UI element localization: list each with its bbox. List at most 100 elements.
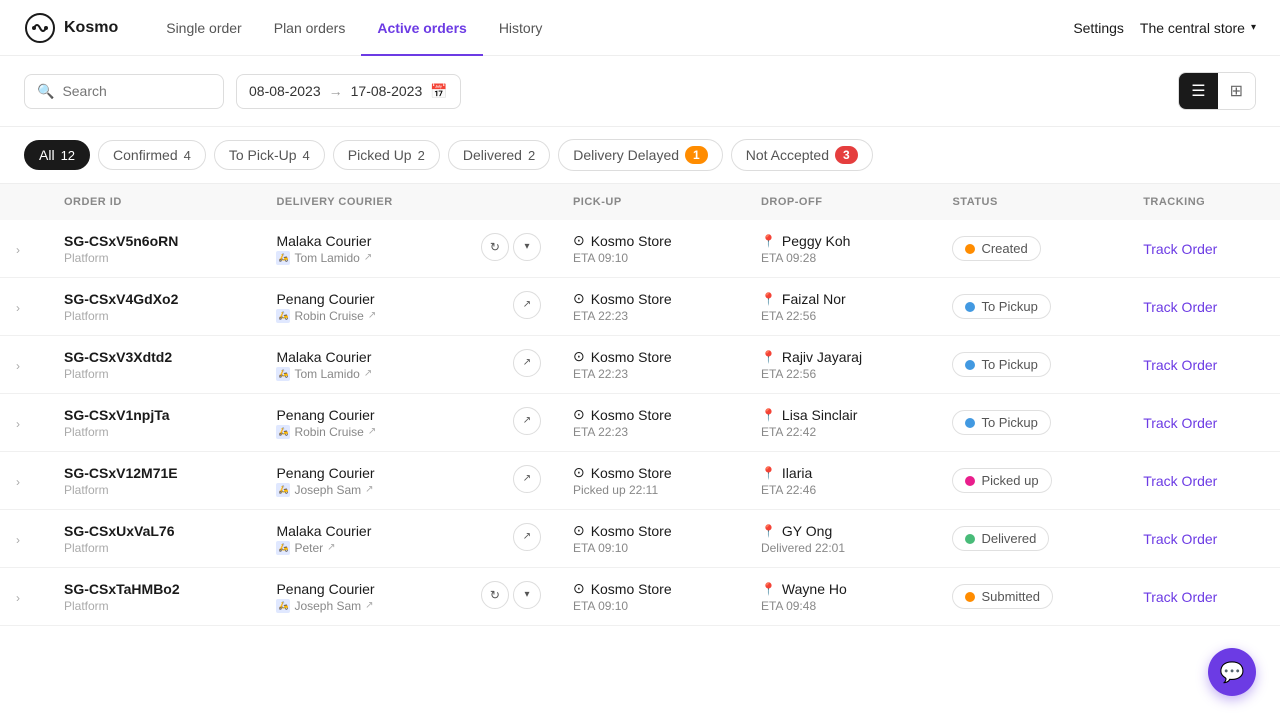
courier-info: Malaka Courier 🛵 Tom Lamido ↗: [276, 233, 465, 265]
dropdown-icon[interactable]: ▾: [513, 233, 541, 261]
logo[interactable]: Kosmo: [24, 12, 118, 44]
filter-all[interactable]: All 12: [24, 140, 90, 170]
filter-picked-up-count: 2: [418, 148, 425, 163]
filter-to-pickup[interactable]: To Pick-Up 4: [214, 140, 325, 170]
external-link-icon[interactable]: ↗: [368, 426, 376, 437]
filter-not-accepted[interactable]: Not Accepted 3: [731, 139, 873, 171]
nav-single-order[interactable]: Single order: [150, 0, 258, 56]
pickup-location-icon: ⊙: [573, 580, 585, 597]
order-id: SG-CSxV1npjTa: [64, 407, 244, 423]
external-link-icon[interactable]: ↗: [364, 368, 372, 379]
search-icon: 🔍: [37, 83, 54, 100]
table-row: › SG-CSxTaHMBo2 Platform Penang Courier …: [0, 568, 1280, 626]
courier-sub: 🛵 Joseph Sam ↗: [276, 483, 497, 497]
filter-picked-up[interactable]: Picked Up 2: [333, 140, 440, 170]
status-dot-icon: [965, 244, 975, 254]
courier-info: Penang Courier 🛵 Robin Cruise ↗: [276, 407, 497, 439]
pickup-name: ⊙ Kosmo Store: [573, 290, 729, 307]
row-expand-icon[interactable]: ›: [16, 243, 20, 257]
grid-view-button[interactable]: ⊞: [1218, 73, 1255, 109]
courier-actions: ↗: [513, 349, 541, 377]
courier-sub: 🛵 Robin Cruise ↗: [276, 425, 497, 439]
date-range-picker[interactable]: 08-08-2023 → 17-08-2023 📅: [236, 74, 461, 109]
dropdown-icon[interactable]: ▾: [513, 581, 541, 609]
external-link-icon[interactable]: ↗: [513, 465, 541, 493]
order-sub: Platform: [64, 541, 244, 555]
dropoff-eta: ETA 09:28: [761, 251, 921, 265]
filter-all-label: All: [39, 147, 55, 163]
external-link-icon[interactable]: ↗: [513, 291, 541, 319]
list-view-button[interactable]: ☰: [1179, 73, 1217, 109]
order-id: SG-CSxV4GdXo2: [64, 291, 244, 307]
logo-text: Kosmo: [64, 19, 118, 37]
nav-active-orders[interactable]: Active orders: [361, 0, 482, 56]
settings-button[interactable]: Settings: [1073, 20, 1124, 36]
filter-to-pickup-label: To Pick-Up: [229, 147, 297, 163]
date-arrow-icon: →: [329, 83, 343, 99]
row-expand-icon[interactable]: ›: [16, 417, 20, 431]
order-id: SG-CSxV12M71E: [64, 465, 244, 481]
pickup-location-icon: ⊙: [573, 464, 585, 481]
nav-plan-orders[interactable]: Plan orders: [258, 0, 362, 56]
dropoff-eta: ETA 22:56: [761, 367, 921, 381]
search-box[interactable]: 🔍: [24, 74, 224, 109]
track-order-link[interactable]: Track Order: [1143, 589, 1217, 605]
external-link-icon[interactable]: ↗: [365, 484, 373, 495]
external-link-icon[interactable]: ↗: [327, 542, 335, 553]
filter-confirmed-count: 4: [184, 148, 191, 163]
order-id: SG-CSxV3Xdtd2: [64, 349, 244, 365]
track-order-link[interactable]: Track Order: [1143, 241, 1217, 257]
store-selector[interactable]: The central store ▾: [1140, 20, 1256, 36]
courier-company: Malaka Courier: [276, 349, 497, 365]
chat-button[interactable]: 💬: [1208, 648, 1256, 696]
track-order-link[interactable]: Track Order: [1143, 299, 1217, 315]
track-order-link[interactable]: Track Order: [1143, 415, 1217, 431]
courier-cell: Penang Courier 🛵 Joseph Sam ↗ ↻ ▾: [276, 581, 541, 613]
courier-company: Malaka Courier: [276, 233, 465, 249]
external-link-icon[interactable]: ↗: [513, 349, 541, 377]
dropoff-eta: ETA 09:48: [761, 599, 921, 613]
order-sub: Platform: [64, 309, 244, 323]
row-expand-icon[interactable]: ›: [16, 475, 20, 489]
external-link-icon[interactable]: ↗: [513, 407, 541, 435]
search-input[interactable]: [62, 83, 211, 99]
table-header-row: ORDER ID DELIVERY COURIER PICK-UP DROP-O…: [0, 184, 1280, 220]
th-pickup: PICK-UP: [557, 184, 745, 220]
courier-info: Penang Courier 🛵 Robin Cruise ↗: [276, 291, 497, 323]
courier-actions: ↻ ▾: [481, 233, 541, 261]
courier-sub: 🛵 Tom Lamido ↗: [276, 367, 497, 381]
courier-info: Malaka Courier 🛵 Tom Lamido ↗: [276, 349, 497, 381]
track-order-link[interactable]: Track Order: [1143, 473, 1217, 489]
courier-badge-icon: 🛵: [276, 599, 290, 613]
filter-confirmed[interactable]: Confirmed 4: [98, 140, 206, 170]
nav-history[interactable]: History: [483, 0, 559, 56]
pickup-name: ⊙ Kosmo Store: [573, 522, 729, 539]
table-row: › SG-CSxV5n6oRN Platform Malaka Courier …: [0, 220, 1280, 278]
row-expand-icon[interactable]: ›: [16, 591, 20, 605]
courier-cell: Penang Courier 🛵 Robin Cruise ↗ ↗: [276, 291, 541, 323]
external-link-icon[interactable]: ↗: [364, 252, 372, 263]
row-expand-icon[interactable]: ›: [16, 301, 20, 315]
dropoff-location-icon: 📍: [761, 408, 776, 422]
dropoff-location-icon: 📍: [761, 582, 776, 596]
table-row: › SG-CSxUxVaL76 Platform Malaka Courier …: [0, 510, 1280, 568]
th-tracking: TRACKING: [1127, 184, 1280, 220]
status-dot-icon: [965, 476, 975, 486]
filter-delivered[interactable]: Delivered 2: [448, 140, 550, 170]
status-badge: Delivered: [952, 526, 1049, 551]
header-right: Settings The central store ▾: [1073, 20, 1256, 36]
track-order-link[interactable]: Track Order: [1143, 531, 1217, 547]
external-link-icon[interactable]: ↗: [513, 523, 541, 551]
row-expand-icon[interactable]: ›: [16, 359, 20, 373]
track-order-link[interactable]: Track Order: [1143, 357, 1217, 373]
external-link-icon[interactable]: ↗: [368, 310, 376, 321]
external-link-icon[interactable]: ↗: [365, 600, 373, 611]
refresh-icon[interactable]: ↻: [481, 233, 509, 261]
chat-icon: 💬: [1220, 660, 1245, 685]
main-nav: Single order Plan orders Active orders H…: [150, 0, 1073, 56]
table-row: › SG-CSxV12M71E Platform Penang Courier …: [0, 452, 1280, 510]
filter-delivery-delayed[interactable]: Delivery Delayed 1: [558, 139, 723, 171]
refresh-icon[interactable]: ↻: [481, 581, 509, 609]
status-badge: Picked up: [952, 468, 1051, 493]
row-expand-icon[interactable]: ›: [16, 533, 20, 547]
